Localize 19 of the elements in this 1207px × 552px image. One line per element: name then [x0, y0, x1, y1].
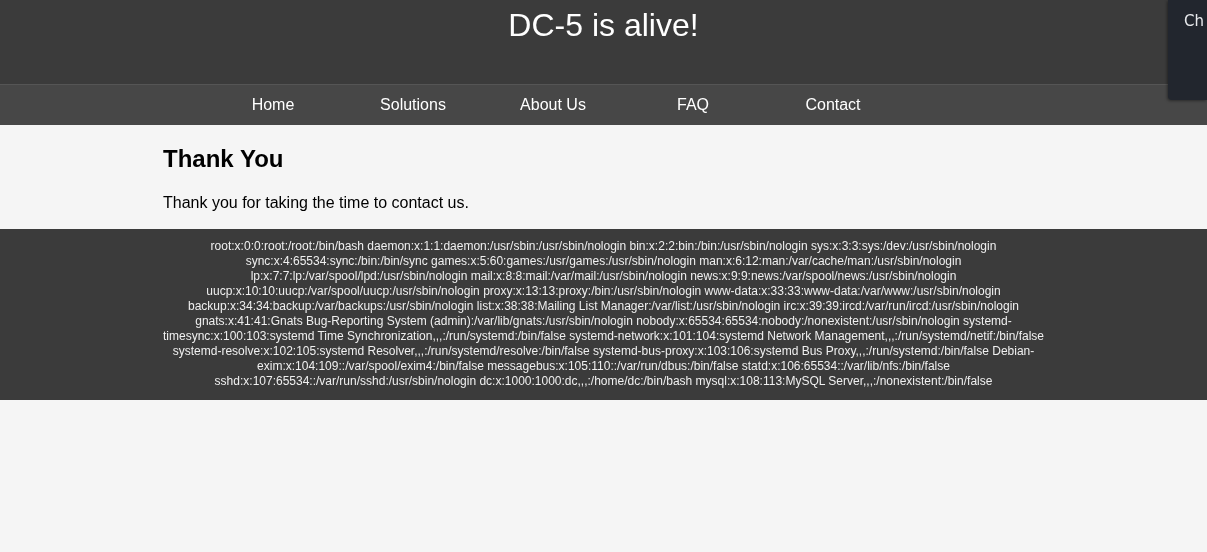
passwd-text-line: backup:x:34:34:backup:/var/backups:/usr/sbin/nologin list:x:38:38:Mailing List Manager:/var/list:/usr/sbin/nologin irc:x:39:39:ircd:/var/run/ircd:/usr/sbin/nologin [187, 299, 1020, 313]
thank-you-message: Thank you for taking the time to contact us. [163, 193, 469, 213]
popup-text: Ch [1184, 12, 1204, 30]
nav-link[interactable]: Contact [763, 85, 903, 125]
passwd-text-line: root:x:0:0:root:/root:/bin/bash daemon:x:1:1:daemon:/usr/sbin:/usr/sbin/nologin bin:x:2:2:bin:/bin:/usr/sbin/nologin sys:x:3:3:sys:/dev:/usr/sbin/nologin [210, 239, 997, 253]
nav-link[interactable]: Home [203, 85, 343, 125]
passwd-text-line: sshd:x:107:65534::/var/run/sshd:/usr/sbin/nologin dc:x:1000:1000:dc,,,:/home/dc:/bin/bash mysql:x:108:113:MySQL Server,,,:/nonexistent:/bin/false [214, 374, 993, 388]
page-heading: Thank You [163, 145, 284, 173]
passwd-text-line: lp:x:7:7:lp:/var/spool/lpd:/usr/sbin/nologin mail:x:8:8:mail:/var/mail:/usr/sbin/nologin news:x:9:9:news:/var/spool/news:/usr/sbin/nologin [250, 269, 957, 283]
nav-link[interactable]: About Us [483, 85, 623, 125]
passwd-text-line: uucp:x:10:10:uucp:/var/spool/uucp:/usr/sbin/nologin proxy:x:13:13:proxy:/bin:/usr/sbin/nologin www-data:x:33:33:www-data:/var/www:/usr/sbin/nologin [206, 284, 1001, 298]
passwd-text-line: exim:x:104:109::/var/spool/exim4:/bin/false messagebus:x:105:110::/var/run/dbus:/bin/false statd:x:106:65534::/var/lib/nfs:/bin/false [257, 359, 950, 373]
passwd-text-line: systemd-resolve:x:102:105:systemd Resolver,,,:/run/systemd/resolve:/bin/false systemd-bus-proxy:x:103:106:systemd Bus Proxy,,,:/run/systemd:/bin/false Debian- [172, 344, 1035, 358]
passwd-text-line: gnats:x:41:41:Gnats Bug-Reporting System (admin):/var/lib/gnats:/usr/sbin/nologin nobody:x:65534:65534:nobody:/nonexistent:/usr/sbin/nologin systemd- [195, 314, 1012, 328]
site-title: DC-5 is alive! [508, 6, 699, 45]
nav-link[interactable]: Solutions [343, 85, 483, 125]
nav-link[interactable]: FAQ [623, 85, 763, 125]
passwd-text-line: timesync:x:100:103:systemd Time Synchronization,,,:/run/systemd:/bin/false systemd-network:x:101:104:systemd Network Management,,,:/run/systemd/netif:/bin/false [162, 329, 1045, 343]
passwd-text-line: sync:x:4:65534:sync:/bin:/bin/sync games:x:5:60:games:/usr/games:/usr/sbin/nologin man:x:6:12:man:/var/cache/man:/usr/sbin/nologin [245, 254, 962, 268]
